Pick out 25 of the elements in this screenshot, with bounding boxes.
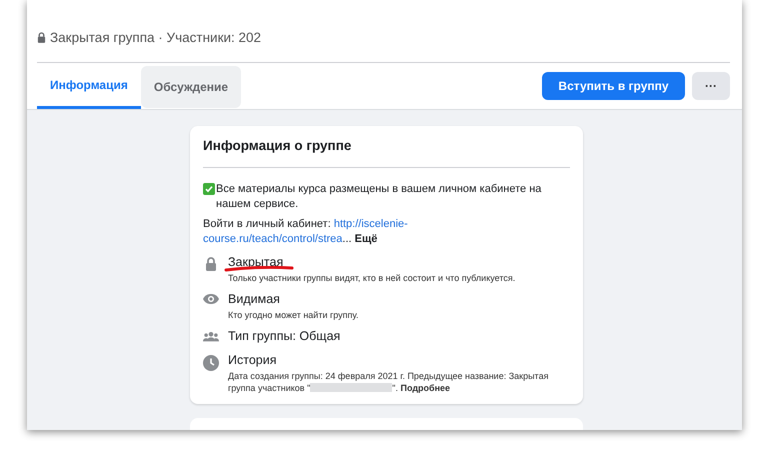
group-privacy-members: Закрытая группа · Участники: 202 [50, 30, 262, 44]
card-title: Информация о группе [203, 138, 352, 153]
people-icon [203, 331, 219, 342]
join-group-button[interactable]: Вступить в группу [542, 72, 685, 100]
check-mark-icon [203, 183, 215, 195]
clock-icon [203, 355, 219, 371]
item-title: История [228, 353, 276, 367]
ellipsis-text: ... [342, 233, 352, 245]
lock-icon [37, 32, 46, 42]
item-title: Закрытая [228, 255, 284, 269]
description-text: Все материалы курса размещены в вашем личном кабинете на нашем сервисе. [216, 182, 542, 212]
cabinet-link[interactable]: course.ru/teach/control/strea [203, 233, 342, 245]
eye-icon [203, 294, 219, 304]
login-label: Войти в личный кабинет: [203, 218, 331, 230]
item-title: Видимая [228, 292, 280, 306]
more-link[interactable]: Подробнее [400, 383, 450, 393]
lock-icon [205, 257, 217, 271]
item-description: Кто угодно может найти группу. [228, 309, 359, 321]
see-more-link[interactable]: Ещё [354, 233, 378, 245]
more-button[interactable]: ··· [692, 72, 730, 100]
cabinet-link[interactable]: http://iscelenie- [334, 218, 408, 230]
item-description: Дата создания группы: 24 февраля 2021 г. Предыдущее название: Закрытая группа участников " ". Подробнее [228, 370, 550, 394]
item-title: Тип группы: Общая [228, 329, 340, 343]
tab[interactable]: Обсуждение [140, 66, 242, 108]
item-description: Только участники группы видят, кто в ней состоит и что публикуется. [228, 272, 516, 284]
